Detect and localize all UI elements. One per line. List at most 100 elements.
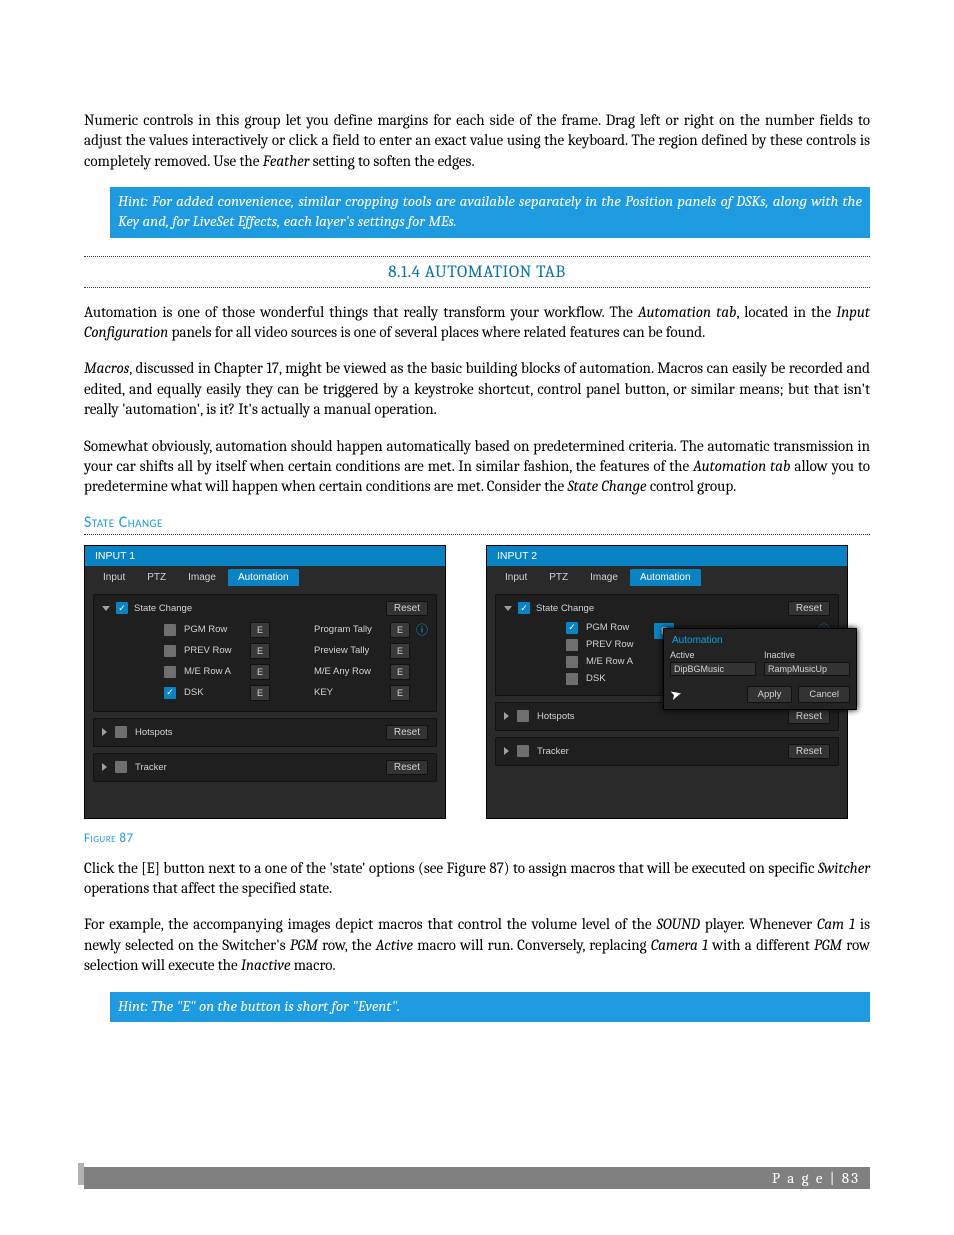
text: Automation is one of those wonderful thi… xyxy=(84,303,638,321)
reset-button[interactable]: Reset xyxy=(788,744,830,759)
tab-input[interactable]: Input xyxy=(93,569,135,586)
text: control group. xyxy=(647,477,737,495)
section-title-text: AUTOMATION TAB xyxy=(425,263,566,282)
prev-row-check[interactable] xyxy=(164,645,176,657)
text: with a different xyxy=(708,936,814,954)
reset-button[interactable]: Reset xyxy=(788,709,830,724)
tab-image[interactable]: Image xyxy=(178,569,226,586)
subhead-state-change: State Change xyxy=(84,513,870,535)
me-row-a-check[interactable] xyxy=(566,656,578,668)
text: panels for all video sources is one of s… xyxy=(168,323,705,341)
panel2-title: INPUT 2 xyxy=(487,546,847,566)
tab-automation[interactable]: Automation xyxy=(630,569,701,586)
state-change-toggle[interactable] xyxy=(116,602,128,614)
me-row-a-label: M/E Row A xyxy=(586,656,646,667)
reset-button[interactable]: Reset xyxy=(386,725,428,740)
state-change-toggle[interactable] xyxy=(518,602,530,614)
panel-input2: INPUT 2 Input PTZ Image Automation ⓘ Sta… xyxy=(486,545,848,819)
automation-popup: Automation Active DipBGMusic Inactive Ra… xyxy=(663,628,857,710)
text: , located in the xyxy=(737,303,837,321)
preview-tally-label: Preview Tally xyxy=(314,645,384,656)
text-italic: Cam 1 xyxy=(817,915,855,933)
inactive-macro-select[interactable]: RampMusicUp xyxy=(764,662,850,676)
tracker-label: Tracker xyxy=(537,746,569,757)
dsk-check[interactable] xyxy=(566,673,578,685)
text-italic: SOUND xyxy=(657,915,700,933)
chevron-right-icon[interactable] xyxy=(504,747,509,755)
e-button[interactable]: E xyxy=(250,643,270,659)
tracker-toggle[interactable] xyxy=(517,745,529,757)
e-button[interactable]: E xyxy=(390,664,410,680)
me-any-row-label: M/E Any Row xyxy=(314,666,384,677)
chevron-right-icon[interactable] xyxy=(102,728,107,736)
program-tally-label: Program Tally xyxy=(314,624,384,635)
text-italic: PGM xyxy=(290,936,318,954)
panel1-tabs: Input PTZ Image Automation xyxy=(85,566,445,586)
hotspots-label: Hotspots xyxy=(135,727,173,738)
panel2-tabs: Input PTZ Image Automation xyxy=(487,566,847,586)
key-label: KEY xyxy=(314,687,384,698)
tracker-toggle[interactable] xyxy=(115,761,127,773)
paragraph-automation-intro: Automation is one of those wonderful thi… xyxy=(84,302,870,343)
pgm-row-label: PGM Row xyxy=(586,622,646,633)
paragraph-example: For example, the accompanying images dep… xyxy=(84,914,870,975)
hint-box-e-event: Hint: The "E" on the button is short for… xyxy=(110,992,870,1022)
text: Numeric controls in this group let you d… xyxy=(84,111,870,170)
paragraph-numeric-controls: Numeric controls in this group let you d… xyxy=(84,110,870,171)
divider-bottom xyxy=(84,287,870,288)
text-italic: Feather xyxy=(263,152,310,170)
text-italic: Automation tab xyxy=(693,457,790,475)
tab-image[interactable]: Image xyxy=(580,569,628,586)
tab-automation[interactable]: Automation xyxy=(228,569,299,586)
text: macro will run. Conversely, replacing xyxy=(413,936,651,954)
text-italic: Inactive xyxy=(241,956,290,974)
cancel-button[interactable]: Cancel xyxy=(798,686,850,703)
text: row, the xyxy=(318,936,376,954)
active-macro-select[interactable]: DipBGMusic xyxy=(670,662,756,676)
reset-button[interactable]: Reset xyxy=(788,601,830,616)
chevron-down-icon[interactable] xyxy=(102,606,110,611)
reset-button[interactable]: Reset xyxy=(386,760,428,775)
chevron-right-icon[interactable] xyxy=(504,712,509,720)
text-italic: Automation tab xyxy=(638,303,737,321)
panel-input1: INPUT 1 Input PTZ Image Automation ⓘ Sta… xyxy=(84,545,446,819)
e-button[interactable]: E xyxy=(250,664,270,680)
reset-button[interactable]: Reset xyxy=(386,601,428,616)
text: macro. xyxy=(290,956,335,974)
e-button[interactable]: E xyxy=(250,685,270,701)
me-row-a-check[interactable] xyxy=(164,666,176,678)
tab-ptz[interactable]: PTZ xyxy=(539,569,578,586)
group-title: State Change xyxy=(134,603,192,614)
hint-box-cropping: Hint: For added convenience, similar cro… xyxy=(110,187,870,238)
active-label: Active xyxy=(670,650,756,660)
e-button[interactable]: E xyxy=(390,622,410,638)
figure-87: INPUT 1 Input PTZ Image Automation ⓘ Sta… xyxy=(84,545,870,819)
pgm-row-check[interactable] xyxy=(566,622,578,634)
text-italic: Camera 1 xyxy=(651,936,708,954)
pgm-row-label: PGM Row xyxy=(184,624,244,635)
prev-row-check[interactable] xyxy=(566,639,578,651)
tab-ptz[interactable]: PTZ xyxy=(137,569,176,586)
paragraph-click-e: Click the [E] button next to a one of th… xyxy=(84,858,870,899)
chevron-right-icon[interactable] xyxy=(102,763,107,771)
e-button[interactable]: E xyxy=(390,685,410,701)
dsk-label: DSK xyxy=(586,673,646,684)
chevron-down-icon[interactable] xyxy=(504,606,512,611)
inactive-label: Inactive xyxy=(764,650,850,660)
hotspots-label: Hotspots xyxy=(537,711,575,722)
info-icon[interactable]: ⓘ xyxy=(416,621,428,638)
section-number: 8.1.4 xyxy=(388,263,425,282)
hotspots-toggle[interactable] xyxy=(115,726,127,738)
me-row-a-label: M/E Row A xyxy=(184,666,244,677)
tracker-label: Tracker xyxy=(135,762,167,773)
text: Click the [E] button next to a one of th… xyxy=(84,859,818,877)
prev-row-label: PREV Row xyxy=(586,639,646,650)
dsk-check[interactable] xyxy=(164,687,176,699)
e-button[interactable]: E xyxy=(390,643,410,659)
tab-input[interactable]: Input xyxy=(495,569,537,586)
apply-button[interactable]: Apply xyxy=(747,686,793,703)
hotspots-toggle[interactable] xyxy=(517,710,529,722)
e-button[interactable]: E xyxy=(250,622,270,638)
pgm-row-check[interactable] xyxy=(164,624,176,636)
text-italic: Switcher xyxy=(818,859,870,877)
